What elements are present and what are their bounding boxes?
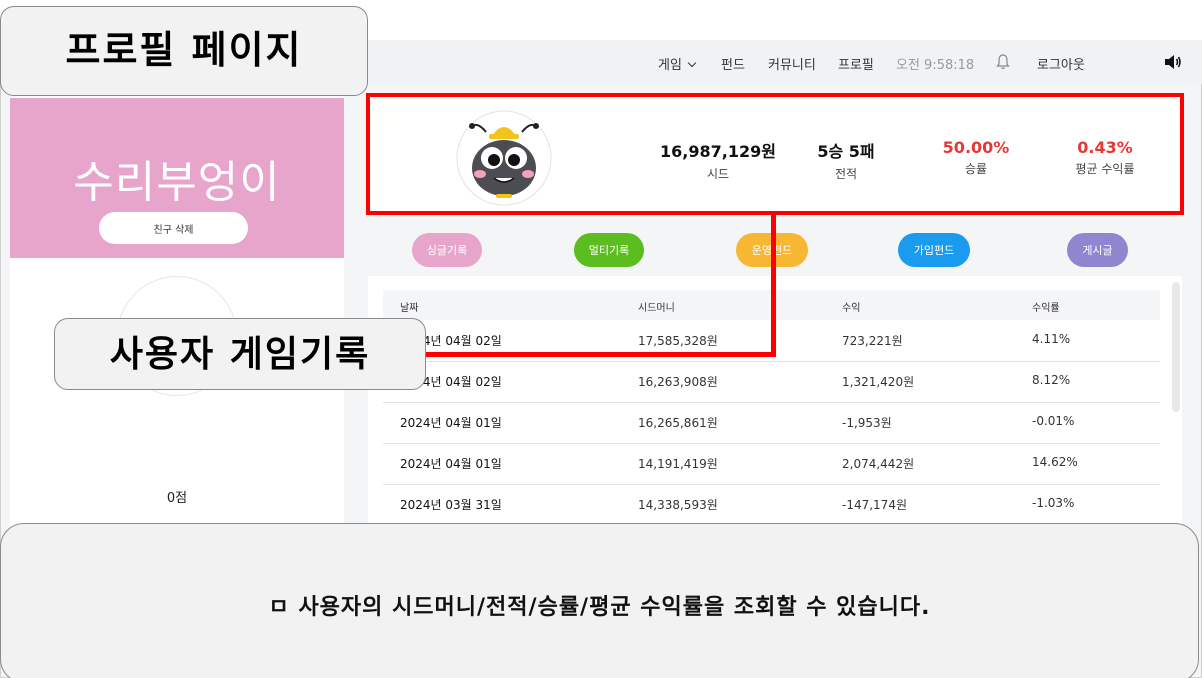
row-4-seed: 14,191,419원: [638, 457, 718, 471]
row-divider: [383, 361, 1160, 362]
row-5-seed: 14,338,593원: [638, 498, 718, 512]
row-4-profit: 2,074,442원: [842, 457, 915, 471]
row-3-seed: 16,265,861원: [638, 416, 718, 430]
description-text: ㅁ 사용자의 시드머니/전적/승률/평균 수익률을 조회할 수 있습니다.: [268, 595, 931, 620]
profile-score: 0점: [166, 491, 188, 506]
highlight-connector-vertical: [771, 213, 776, 357]
row-1-rate: 4.11%: [1032, 332, 1071, 346]
nav-game-label: 게임: [658, 58, 682, 73]
column-header-seed: 시드머니: [638, 303, 675, 314]
row-4-rate: 14.62%: [1032, 455, 1078, 469]
nav-clock: 오전 9:58:18: [896, 58, 975, 73]
speaker-icon[interactable]: [1163, 53, 1183, 71]
column-header-date: 날짜: [400, 303, 419, 314]
tab-posts[interactable]: 게시글: [1067, 233, 1128, 267]
row-5-profit: -147,174원: [842, 498, 907, 512]
nav-community[interactable]: 커뮤니티: [768, 54, 816, 73]
nav-profile[interactable]: 프로필: [838, 54, 874, 73]
row-2-rate: 8.12%: [1032, 373, 1071, 387]
profile-nickname: 수리부엉이: [73, 157, 281, 208]
row-divider: [383, 402, 1160, 403]
nav-game-menu[interactable]: 게임: [658, 54, 697, 73]
nav-logout[interactable]: 로그아웃: [1037, 54, 1085, 73]
chevron-down-icon: [687, 58, 697, 68]
bell-icon[interactable]: [996, 53, 1010, 71]
column-header-profit: 수익: [842, 303, 861, 314]
table-scrollbar[interactable]: [1172, 282, 1180, 412]
row-5-date: 2024년 03월 31일: [400, 498, 502, 512]
row-divider: [383, 443, 1160, 444]
nav-fund[interactable]: 펀드: [721, 54, 745, 73]
tab-multi-record[interactable]: 멀티기록: [574, 233, 644, 267]
slide-title: 프로필 페이지: [0, 6, 368, 96]
column-header-rate: 수익률: [1032, 303, 1060, 314]
row-3-date: 2024년 04월 01일: [400, 416, 502, 430]
tab-single-record[interactable]: 싱글기록: [412, 233, 482, 267]
row-4-date: 2024년 04월 01일: [400, 457, 502, 471]
row-3-profit: -1,953원: [842, 416, 892, 430]
row-1-seed: 17,585,328원: [638, 334, 718, 348]
row-divider: [383, 484, 1160, 485]
row-2-seed: 16,263,908원: [638, 375, 718, 389]
row-3-rate: -0.01%: [1032, 414, 1075, 428]
row-5-rate: -1.03%: [1032, 496, 1075, 510]
stats-highlight-box: [366, 93, 1184, 215]
tab-joined-fund[interactable]: 가입펀드: [898, 233, 970, 267]
row-1-profit: 723,221원: [842, 334, 903, 348]
row-2-profit: 1,321,420원: [842, 375, 915, 389]
friend-delete-button[interactable]: 친구 삭제: [99, 212, 248, 244]
game-record-callout: 사용자 게임기록: [54, 318, 426, 390]
highlight-connector-horizontal: [424, 352, 776, 357]
